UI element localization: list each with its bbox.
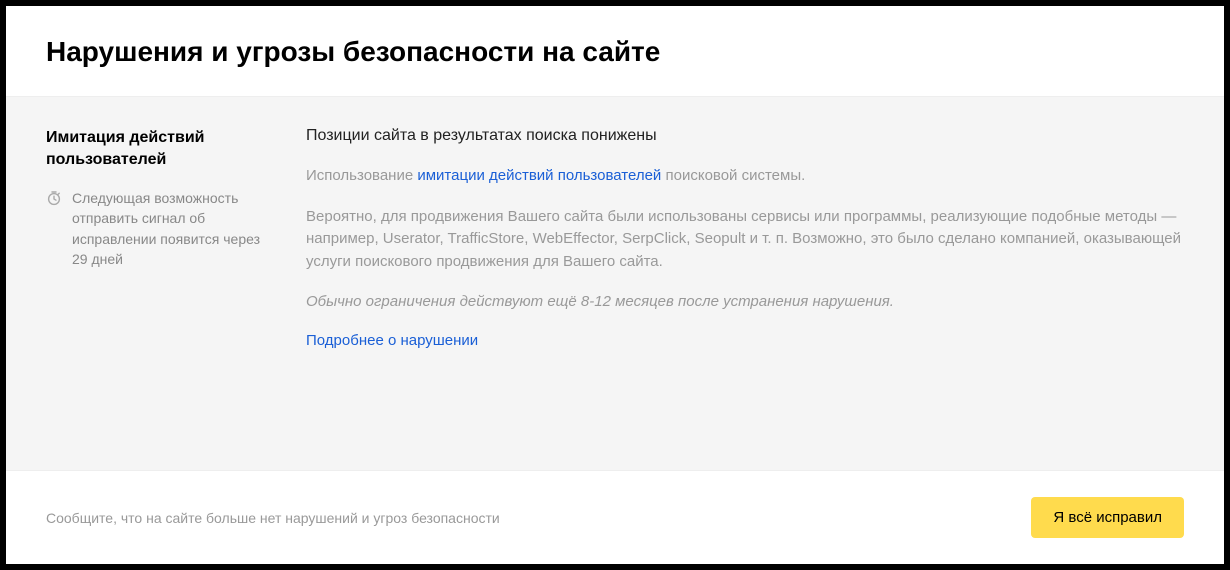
timer-row: Следующая возможность отправить сигнал о…: [46, 188, 276, 269]
timer-text: Следующая возможность отправить сигнал о…: [72, 188, 276, 269]
panel-body: Имитация действий пользователей Следующа…: [6, 97, 1224, 470]
page-title: Нарушения и угрозы безопасности на сайте: [46, 36, 1184, 68]
violation-type-link[interactable]: имитации действий пользователей: [417, 167, 661, 184]
para1-suffix: поисковой системы.: [661, 167, 805, 184]
violation-duration-note: Обычно ограничения действуют ещё 8-12 ме…: [306, 291, 1184, 314]
para1-prefix: Использование: [306, 167, 417, 184]
violation-sidebar: Имитация действий пользователей Следующа…: [46, 127, 276, 430]
timer-icon: [46, 190, 62, 211]
violation-details: Позиции сайта в результатах поиска пониж…: [306, 127, 1184, 430]
i-fixed-it-button[interactable]: Я всё исправил: [1031, 497, 1184, 538]
violation-name: Имитация действий пользователей: [46, 127, 276, 170]
panel-header: Нарушения и угрозы безопасности на сайте: [6, 6, 1224, 97]
security-violations-panel: Нарушения и угрозы безопасности на сайте…: [6, 6, 1224, 564]
panel-footer: Сообщите, что на сайте больше нет наруше…: [6, 470, 1224, 564]
footer-instruction: Сообщите, что на сайте больше нет наруше…: [46, 510, 500, 526]
violation-description-2: Вероятно, для продвижения Вашего сайта б…: [306, 206, 1184, 274]
violation-status-heading: Позиции сайта в результатах поиска пониж…: [306, 127, 1184, 145]
violation-description-1: Использование имитации действий пользова…: [306, 165, 1184, 188]
more-about-violation-link[interactable]: Подробнее о нарушении: [306, 332, 478, 349]
